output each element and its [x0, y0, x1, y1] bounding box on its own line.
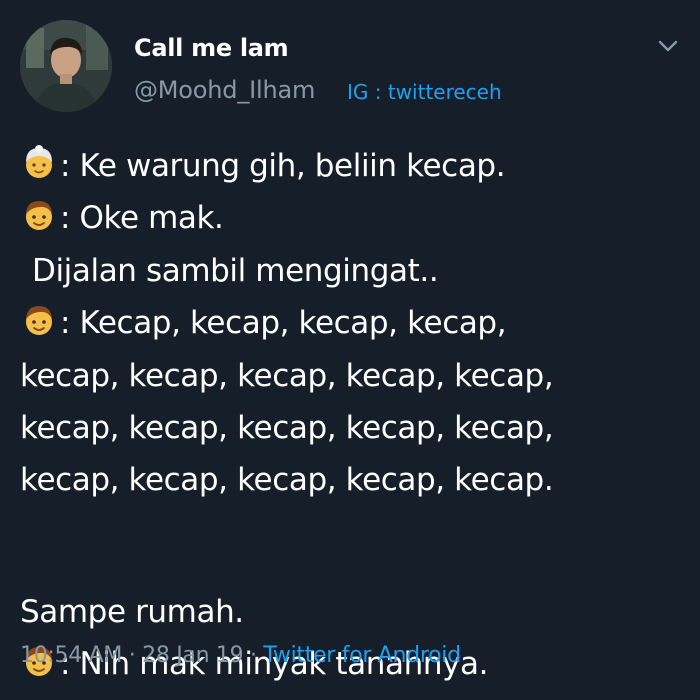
old-woman-emoji [26, 145, 52, 178]
tweet-line: kecap, kecap, kecap, kecap, kecap. [20, 454, 680, 506]
tweet-line-text: : Oke mak. [60, 200, 224, 237]
tweet-time[interactable]: 10:54 AM [20, 643, 122, 668]
ig-tag: IG : twittereceh [347, 80, 502, 104]
tweet-line: : Oke mak. [20, 192, 680, 244]
tweet-line-text: : Ke warung gih, beliin kecap. [60, 148, 506, 184]
tweet-date[interactable]: 28 Jan 19 [142, 643, 244, 668]
tweet-line: : Ke warung gih, beliin kecap. [20, 140, 680, 192]
chevron-down-icon[interactable] [656, 36, 680, 56]
meta-separator: · [122, 643, 143, 668]
avatar[interactable] [20, 20, 112, 112]
meta-separator: · [243, 643, 264, 668]
tweet-line: Sampe rumah. [20, 586, 680, 638]
tweet-text: : Ke warung gih, beliin kecap. : Oke mak… [20, 140, 680, 691]
tweet-line-text: Sampe rumah. [20, 593, 244, 630]
tweet-line: kecap, kecap, kecap, kecap, kecap, [20, 350, 680, 402]
tweet-card: Call me lam @Moohd_Ilham IG : twitterece… [0, 0, 700, 700]
tweet-line: : Kecap, kecap, kecap, kecap, [20, 297, 680, 349]
user-handle[interactable]: @Moohd_Ilham [134, 76, 315, 104]
tweet-source-link[interactable]: Twitter for Android [263, 643, 461, 668]
tweet-header: Call me lam @Moohd_Ilham IG : twitterece… [20, 20, 680, 116]
tweet-line: kecap, kecap, kecap, kecap, kecap, [20, 402, 680, 454]
tweet-line: Dijalan sambil mengingat.. [20, 245, 680, 297]
tweet-line-text: Dijalan sambil mengingat.. [32, 252, 439, 289]
boy-emoji [26, 201, 52, 231]
tweet-line-text: kecap, kecap, kecap, kecap, kecap, [20, 357, 554, 394]
display-name[interactable]: Call me lam [134, 34, 289, 62]
tweet-line-text: kecap, kecap, kecap, kecap, kecap. [20, 462, 554, 499]
tweet-line-text: : Kecap, kecap, kecap, kecap, [60, 305, 507, 342]
tweet-meta: 10:54 AM · 28 Jan 19 · Twitter for Andro… [20, 643, 461, 668]
boy-emoji [26, 306, 52, 336]
tweet-line-text: kecap, kecap, kecap, kecap, kecap, [20, 409, 554, 446]
